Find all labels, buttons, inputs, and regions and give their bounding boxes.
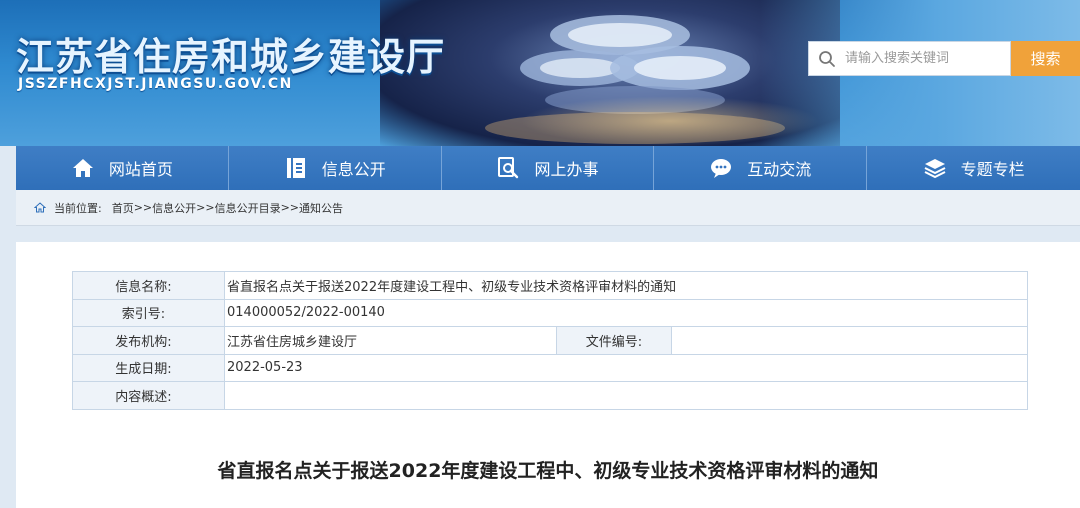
table-row: 生成日期: 2022-05-23 bbox=[72, 353, 1028, 382]
meta-value-summary bbox=[224, 381, 1028, 410]
header-banner: 江苏省住房和城乡建设厅 JSSZFHCXJST.JIANGSU.GOV.CN 搜… bbox=[0, 0, 1080, 146]
breadcrumb-separator: >> bbox=[280, 201, 300, 214]
nav-item-label: 信息公开 bbox=[321, 160, 386, 179]
breadcrumb-link-info-public[interactable]: 信息公开 bbox=[152, 200, 196, 216]
site-url: JSSZFHCXJST.JIANGSU.GOV.CN bbox=[18, 76, 293, 92]
nav-item-home[interactable]: 网站首页 bbox=[16, 146, 229, 190]
meta-label-index: 索引号: bbox=[72, 298, 225, 327]
table-row: 发布机构: 江苏省住房城乡建设厅 文件编号: bbox=[72, 326, 1028, 355]
meta-value-org: 江苏省住房城乡建设厅 bbox=[224, 326, 557, 355]
layers-icon bbox=[923, 156, 947, 180]
breadcrumb-separator: >> bbox=[133, 201, 153, 214]
breadcrumb-home-icon bbox=[34, 202, 46, 213]
meta-label-date: 生成日期: bbox=[72, 353, 225, 382]
meta-label-name: 信息名称: bbox=[72, 271, 225, 300]
meta-label-summary: 内容概述: bbox=[72, 381, 225, 410]
search-input[interactable] bbox=[845, 42, 1005, 75]
table-row: 信息名称: 省直报名点关于报送2022年度建设工程中、初级专业技术资格评审材料的… bbox=[72, 271, 1028, 300]
document-title: 省直报名点关于报送2022年度建设工程中、初级专业技术资格评审材料的通知 bbox=[217, 460, 879, 482]
search-box bbox=[808, 41, 1011, 76]
nav-item-online-service[interactable]: 网上办事 bbox=[442, 146, 655, 190]
breadcrumb: 当前位置: 首页 >> 信息公开 >> 信息公开目录 >> 通知公告 bbox=[16, 190, 1080, 226]
info-meta-table: 信息名称: 省直报名点关于报送2022年度建设工程中、初级专业技术资格评审材料的… bbox=[72, 271, 1028, 410]
meta-value-index: 014000052/2022-00140 bbox=[224, 298, 1028, 327]
search-button[interactable]: 搜索 bbox=[1011, 41, 1080, 76]
meta-value-docno bbox=[671, 326, 1028, 355]
meta-label-org: 发布机构: bbox=[72, 326, 225, 355]
nav-item-info-public[interactable]: 信息公开 bbox=[229, 146, 442, 190]
search-icon bbox=[809, 41, 845, 76]
breadcrumb-link-home[interactable]: 首页 bbox=[112, 200, 134, 216]
meta-value-name: 省直报名点关于报送2022年度建设工程中、初级专业技术资格评审材料的通知 bbox=[224, 271, 1028, 300]
nav-item-label: 网上办事 bbox=[534, 160, 599, 179]
main-nav: 网站首页 信息公开 网上办事 互动交流 专题专栏 bbox=[16, 146, 1080, 190]
table-row: 内容概述: bbox=[72, 381, 1028, 410]
nav-item-interaction[interactable]: 互动交流 bbox=[654, 146, 868, 190]
content-panel: 信息名称: 省直报名点关于报送2022年度建设工程中、初级专业技术资格评审材料的… bbox=[16, 242, 1080, 508]
breadcrumb-link-catalog[interactable]: 信息公开目录 bbox=[215, 200, 281, 216]
nav-item-special-topics[interactable]: 专题专栏 bbox=[867, 146, 1080, 190]
nav-item-label: 互动交流 bbox=[747, 160, 812, 179]
nav-item-label: 专题专栏 bbox=[960, 160, 1025, 179]
meta-label-docno: 文件编号: bbox=[556, 326, 672, 355]
table-row: 索引号: 014000052/2022-00140 bbox=[72, 298, 1028, 327]
search-document-icon bbox=[496, 156, 520, 180]
site-title: 江苏省住房和城乡建设厅 bbox=[16, 35, 446, 79]
meta-value-date: 2022-05-23 bbox=[224, 353, 1028, 382]
home-icon bbox=[71, 156, 95, 180]
chat-icon bbox=[709, 156, 733, 180]
breadcrumb-separator: >> bbox=[196, 201, 215, 214]
document-icon bbox=[284, 156, 308, 180]
nav-item-label: 网站首页 bbox=[108, 160, 173, 179]
breadcrumb-prefix: 当前位置: bbox=[54, 201, 102, 215]
breadcrumb-link-notices[interactable]: 通知公告 bbox=[299, 200, 343, 216]
